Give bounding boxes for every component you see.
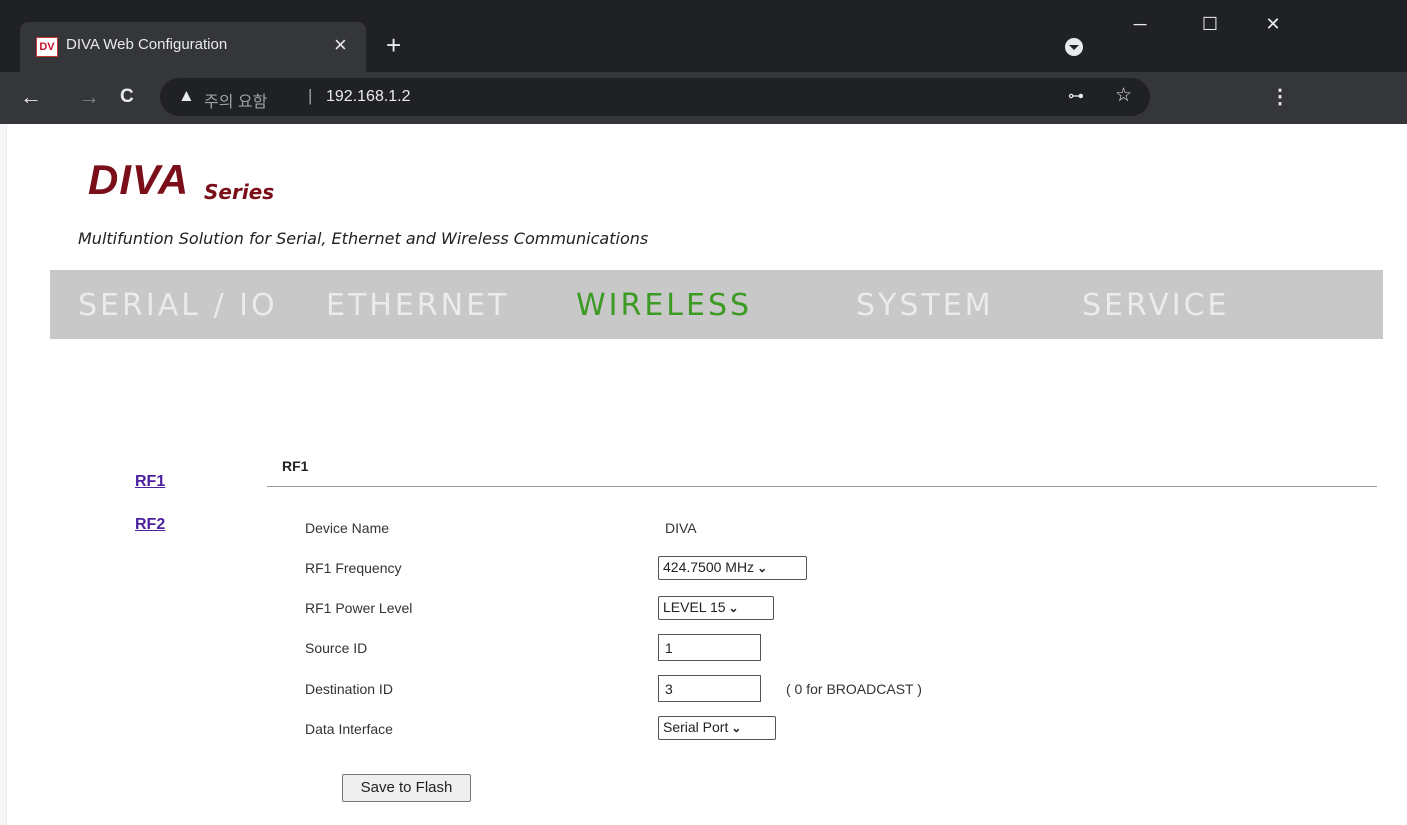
favicon-icon: DV [36, 37, 58, 57]
logo-main: DIVA [88, 156, 190, 203]
rf1-frequency-label: RF1 Frequency [305, 560, 402, 576]
chevron-down-icon: ⌄ [757, 561, 768, 575]
reload-icon[interactable]: C [120, 82, 134, 112]
address-bar[interactable]: ▲ 주의 요함 | 192.168.1.2 ⊶ ☆ [160, 78, 1150, 116]
minimize-icon[interactable]: ─ [1120, 14, 1160, 35]
page-left-edge [0, 124, 7, 825]
page-content: DIVA Series Multifuntion Solution for Se… [0, 124, 1407, 825]
menu-service[interactable]: SERVICE [1082, 288, 1229, 323]
source-id-input[interactable] [658, 634, 761, 661]
tab-title: DIVA Web Configuration [66, 36, 228, 53]
menu-wireless[interactable]: WIRELESS [576, 288, 752, 323]
destination-id-input[interactable] [658, 675, 761, 702]
save-to-flash-button[interactable]: Save to Flash [342, 774, 471, 802]
window-close-icon[interactable]: ✕ [1253, 14, 1293, 35]
section-divider [267, 486, 1377, 487]
browser-toolbar: ← → C ▲ 주의 요함 | 192.168.1.2 ⊶ ☆ ⋮ [0, 72, 1407, 124]
new-tab-icon[interactable]: + [386, 28, 401, 62]
warning-icon[interactable]: ▲ [178, 86, 195, 106]
menu-serial-io[interactable]: SERIAL / IO [78, 288, 278, 323]
browser-menu-icon[interactable]: ⋮ [1270, 84, 1290, 109]
source-id-label: Source ID [305, 640, 368, 656]
chevron-down-icon: ⌄ [731, 721, 742, 735]
broadcast-hint: ( 0 for BROADCAST ) [786, 681, 922, 697]
device-name-label: Device Name [305, 520, 390, 536]
browser-tab-bar: DV DIVA Web Configuration × + ─ ☐ ✕ [0, 0, 1407, 72]
tagline: Multifuntion Solution for Serial, Ethern… [78, 229, 649, 248]
rf1-power-level-selected: LEVEL 15 [663, 599, 726, 615]
profile-dropdown-icon[interactable] [1065, 38, 1083, 56]
rf1-power-level-label: RF1 Power Level [305, 600, 413, 616]
main-menu-bar: SERIAL / IO ETHERNET WIRELESS SYSTEM SER… [50, 270, 1383, 339]
rf1-frequency-select[interactable]: 424.7500 MHz ⌄ [658, 556, 807, 580]
menu-system[interactable]: SYSTEM [856, 288, 994, 323]
security-warning-text[interactable]: 주의 요함 [204, 88, 267, 112]
destination-id-label: Destination ID [305, 681, 393, 697]
forward-icon[interactable]: → [78, 82, 100, 112]
data-interface-selected: Serial Port [663, 719, 729, 735]
browser-tab[interactable]: DV DIVA Web Configuration × [20, 22, 366, 72]
url-text[interactable]: 192.168.1.2 [326, 88, 411, 106]
section-title: RF1 [282, 458, 309, 474]
rf1-frequency-selected: 424.7500 MHz [663, 559, 755, 575]
tab-close-icon[interactable]: × [334, 31, 347, 59]
chevron-down-icon: ⌄ [728, 601, 739, 615]
rf1-power-level-select[interactable]: LEVEL 15 ⌄ [658, 596, 774, 620]
data-interface-label: Data Interface [305, 721, 393, 737]
sidebar-link-rf1[interactable]: RF1 [135, 473, 165, 491]
menu-ethernet[interactable]: ETHERNET [326, 288, 509, 323]
sidebar-link-rf2[interactable]: RF2 [135, 516, 165, 534]
key-icon[interactable]: ⊶ [1068, 86, 1084, 106]
logo-sub: Series [204, 180, 275, 204]
bookmark-star-icon[interactable]: ☆ [1115, 84, 1132, 107]
maximize-icon[interactable]: ☐ [1190, 14, 1230, 35]
device-name-value: DIVA [665, 520, 697, 536]
data-interface-select[interactable]: Serial Port ⌄ [658, 716, 776, 740]
back-icon[interactable]: ← [20, 82, 42, 112]
url-separator: | [308, 86, 313, 105]
